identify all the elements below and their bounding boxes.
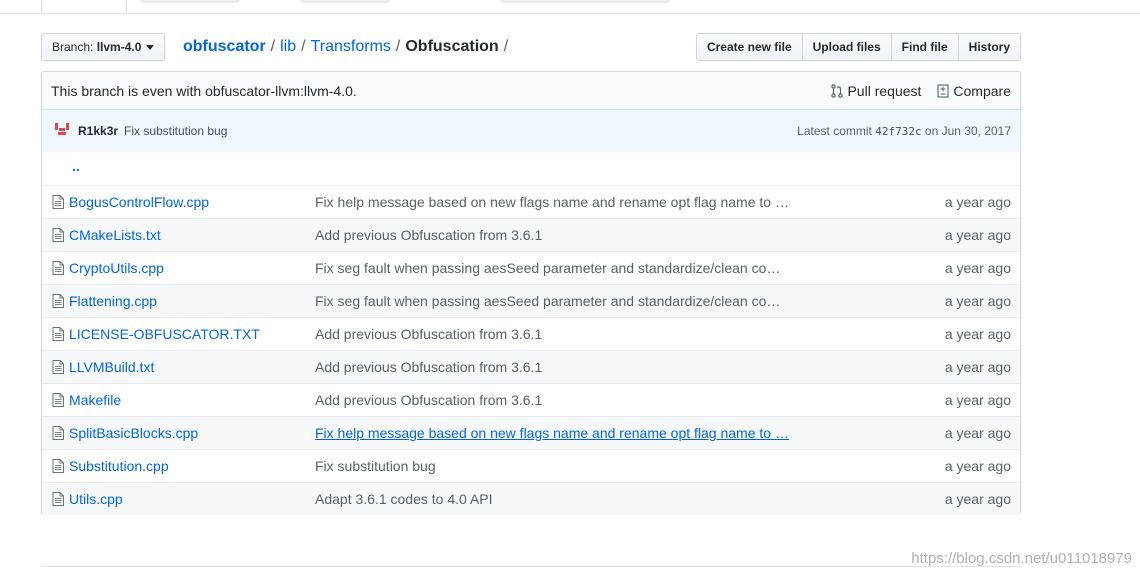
find-file-button[interactable]: Find file xyxy=(890,33,959,61)
table-row: SplitBasicBlocks.cpp Fix help message bas… xyxy=(42,417,1020,450)
file-icon xyxy=(52,327,64,341)
table-row: BogusControlFlow.cpp Fix help message bas… xyxy=(42,186,1020,219)
breadcrumb-transforms[interactable]: Transforms xyxy=(311,38,391,55)
table-row: Substitution.cpp Fix substitution bug a ye… xyxy=(42,450,1020,483)
file-age: a year ago xyxy=(944,425,1011,441)
file-name-link[interactable]: Makefile xyxy=(69,384,121,416)
file-icon xyxy=(52,261,64,275)
file-name-link[interactable]: SplitBasicBlocks.cpp xyxy=(69,417,198,449)
file-age: a year ago xyxy=(944,194,1011,210)
latest-commit-label: Latest commit xyxy=(797,124,872,138)
file-name-link[interactable]: Utils.cpp xyxy=(69,483,123,515)
file-name-link[interactable]: BogusControlFlow.cpp xyxy=(69,186,209,218)
up-tree-row[interactable]: .. xyxy=(42,152,1020,186)
watermark: https://blog.csdn.net/u011018979 xyxy=(911,550,1132,567)
file-name-link[interactable]: CMakeLists.txt xyxy=(69,219,161,251)
repo-tab-pull-requests[interactable] xyxy=(300,0,390,3)
table-row: CryptoUtils.cpp Fix seg fault when passin… xyxy=(42,252,1020,285)
file-rows: BogusControlFlow.cpp Fix help message bas… xyxy=(42,186,1020,515)
file-navigation: Branch: llvm-4.0 obfuscator / lib / Transfor… xyxy=(41,33,1021,61)
repo-tab-insights[interactable] xyxy=(500,0,670,3)
table-row: Utils.cpp Adapt 3.6.1 codes to 4.0 API a y… xyxy=(42,483,1020,515)
file-name-link[interactable]: Substitution.cpp xyxy=(69,450,169,482)
file-commit-message[interactable]: Fix help message based on new flags name… xyxy=(315,186,789,218)
file-age: a year ago xyxy=(944,458,1011,474)
table-row: Makefile Add previous Obfuscation from 3.… xyxy=(42,384,1020,417)
repo-tab-strip xyxy=(0,0,1140,14)
breadcrumb: obfuscator / lib / Transforms / Obfuscation / xyxy=(183,36,513,58)
commit-message[interactable]: Fix substitution bug xyxy=(124,110,227,152)
file-icon xyxy=(52,228,64,242)
file-name-link[interactable]: CryptoUtils.cpp xyxy=(69,252,164,284)
breadcrumb-separator: / xyxy=(395,38,401,55)
history-button[interactable]: History xyxy=(957,33,1021,61)
file-commit-message[interactable]: Fix seg fault when passing aesSeed param… xyxy=(315,285,780,317)
file-commit-message[interactable]: Fix seg fault when passing aesSeed param… xyxy=(315,252,780,284)
compare-link[interactable]: Compare xyxy=(937,72,1011,110)
file-age: a year ago xyxy=(944,491,1011,507)
latest-commit-info: Latest commit 42f732c on Jun 30, 2017 xyxy=(797,110,1011,153)
pull-request-icon xyxy=(831,84,844,98)
file-icon xyxy=(52,360,64,374)
branch-info-bar: This branch is even with obfuscator-llvm… xyxy=(41,71,1021,110)
file-name-link[interactable]: LLVMBuild.txt xyxy=(69,351,154,383)
compare-label: Compare xyxy=(953,83,1011,99)
parent-directory-link[interactable]: .. xyxy=(72,158,80,174)
breadcrumb-lib[interactable]: lib xyxy=(280,38,296,55)
file-age: a year ago xyxy=(944,359,1011,375)
file-commit-message[interactable]: Adapt 3.6.1 codes to 4.0 API xyxy=(315,483,492,515)
branch-name: llvm-4.0 xyxy=(96,40,142,54)
latest-commit-bar: R1kk3r Fix substitution bug Latest commi… xyxy=(41,109,1021,153)
breadcrumb-current: Obfuscation xyxy=(405,38,499,55)
file-icon xyxy=(52,492,64,506)
file-actions-group: Create new file Upload files Find file H… xyxy=(695,33,1021,61)
file-age: a year ago xyxy=(944,392,1011,408)
file-icon xyxy=(52,393,64,407)
commit-date: on Jun 30, 2017 xyxy=(924,124,1011,138)
repo-tab-code[interactable] xyxy=(41,0,127,13)
file-age: a year ago xyxy=(944,326,1011,342)
branch-select-button[interactable]: Branch: llvm-4.0 xyxy=(41,33,166,61)
file-commit-message[interactable]: Fix substitution bug xyxy=(315,450,436,482)
file-commit-message[interactable]: Add previous Obfuscation from 3.6.1 xyxy=(315,219,542,251)
table-row: Flattening.cpp Fix seg fault when passing… xyxy=(42,285,1020,318)
create-new-file-button[interactable]: Create new file xyxy=(695,33,803,61)
compare-icon xyxy=(937,84,949,98)
file-name-link[interactable]: LICENSE-OBFUSCATOR.TXT xyxy=(69,318,260,350)
file-age: a year ago xyxy=(944,293,1011,309)
file-icon xyxy=(52,195,64,209)
breadcrumb-separator: / xyxy=(270,38,276,55)
file-icon xyxy=(52,459,64,473)
file-list: .. BogusControlFlow.cpp Fix help message … xyxy=(41,152,1021,515)
breadcrumb-separator: / xyxy=(301,38,306,55)
footer-divider xyxy=(41,566,1021,567)
file-commit-message[interactable]: Add previous Obfuscation from 3.6.1 xyxy=(315,384,542,416)
table-row: LLVMBuild.txt Add previous Obfuscation fr… xyxy=(42,351,1020,384)
table-row: CMakeLists.txt Add previous Obfuscation f… xyxy=(42,219,1020,252)
commit-sha[interactable]: 42f732c xyxy=(875,125,921,138)
branch-prefix: Branch: xyxy=(52,40,94,54)
file-commit-message[interactable]: Add previous Obfuscation from 3.6.1 xyxy=(315,351,542,383)
file-name-link[interactable]: Flattening.cpp xyxy=(69,285,157,317)
branch-info-actions: Pull request Compare xyxy=(831,72,1011,110)
table-row: LICENSE-OBFUSCATOR.TXT Add previous Obfus… xyxy=(42,318,1020,351)
file-age: a year ago xyxy=(944,227,1011,243)
file-icon xyxy=(52,294,64,308)
commit-author[interactable]: R1kk3r xyxy=(78,110,118,152)
file-commit-message[interactable]: Fix help message based on new flags name… xyxy=(315,417,789,449)
file-age: a year ago xyxy=(944,260,1011,276)
breadcrumb-repo-root[interactable]: obfuscator xyxy=(183,38,266,55)
file-commit-message[interactable]: Add previous Obfuscation from 3.6.1 xyxy=(315,318,542,350)
author-avatar[interactable] xyxy=(55,123,69,137)
chevron-down-icon xyxy=(146,45,155,51)
repo-tab-issues[interactable] xyxy=(140,0,240,3)
pull-request-link[interactable]: Pull request xyxy=(831,72,921,110)
upload-files-button[interactable]: Upload files xyxy=(801,33,892,61)
pull-request-label: Pull request xyxy=(847,83,922,99)
branch-status-message: This branch is even with obfuscator-llvm… xyxy=(51,83,357,99)
breadcrumb-trailing-separator: / xyxy=(503,38,509,55)
file-icon xyxy=(52,426,64,440)
